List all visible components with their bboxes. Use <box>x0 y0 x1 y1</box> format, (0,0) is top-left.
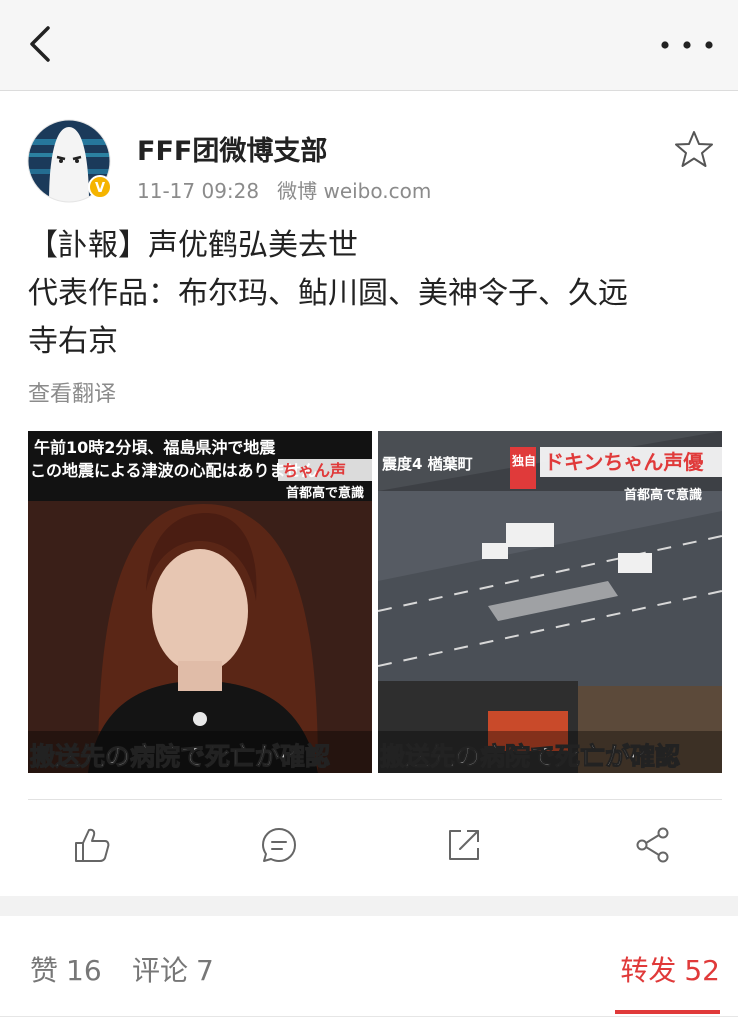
share-icon[interactable] <box>633 825 673 865</box>
repost-icon[interactable] <box>444 825 484 865</box>
image-2-banner: ドキンちゃん声優 <box>544 450 704 474</box>
author-name[interactable]: FFF团微博支部 <box>137 129 327 168</box>
back-icon[interactable] <box>22 22 62 66</box>
star-icon[interactable] <box>674 129 714 169</box>
tab-reposts-count: 52 <box>684 954 720 987</box>
divider <box>28 799 722 800</box>
post-text-line: 代表作品：布尔玛、鲇川圆、美神令子、久远 <box>28 276 628 311</box>
image-1-caption-bottom: 搬送先の病院で死亡が確認 <box>30 742 330 771</box>
tab-comments[interactable]: 评论 7 <box>132 949 214 989</box>
tab-reposts[interactable]: 转发 52 <box>620 949 720 989</box>
tab-likes-count: 16 <box>66 954 102 987</box>
tab-likes-label: 赞 <box>30 954 59 987</box>
tab-comments-label: 评论 <box>132 954 189 987</box>
more-icon[interactable] <box>658 30 716 60</box>
post-source: 微博 weibo.com <box>277 179 432 203</box>
section-separator <box>0 896 738 916</box>
image-2-caption-top-3: 首都高で意識 <box>624 487 702 503</box>
comment-icon[interactable] <box>259 825 299 865</box>
svg-text:V: V <box>95 181 105 196</box>
image-1-banner: ちゃん声 <box>282 461 346 480</box>
tab-likes[interactable]: 赞 16 <box>30 949 102 989</box>
post-meta: 11-17 09:28 微博 weibo.com <box>137 175 449 204</box>
post-text-line: 寺右京 <box>28 324 118 359</box>
active-tab-indicator <box>615 1010 720 1014</box>
verified-badge-icon: V <box>88 175 112 199</box>
image-2-caption-bottom: 搬送先の病院で死亡が確認 <box>380 742 680 771</box>
tab-reposts-label: 转发 <box>620 954 677 987</box>
stats-tabs: 赞 16 评论 7 转发 52 <box>0 916 738 1023</box>
post-time: 11-17 09:28 <box>137 179 260 203</box>
divider <box>0 1016 738 1017</box>
action-bar <box>0 805 738 890</box>
post-image-1[interactable]: 午前10時2分頃、福島県沖で地震 この地震による津波の心配はありません 首都高で… <box>28 431 372 773</box>
image-1-caption-top-2: この地震による津波の心配はありません <box>30 461 317 480</box>
post-image-2[interactable]: 震度4 楢葉町 独自 ドキンちゃん声優 首都高で意識 搬送先の病院で死亡が確認 <box>378 431 722 773</box>
image-1-caption-top: 午前10時2分頃、福島県沖で地震 <box>34 438 276 457</box>
translate-link[interactable]: 查看翻译 <box>28 376 116 408</box>
like-icon[interactable] <box>72 825 112 865</box>
image-2-caption-top: 震度4 楢葉町 <box>382 455 473 473</box>
post-header: V FFF团微博支部 11-17 09:28 微博 weibo.com <box>0 91 738 211</box>
tab-comments-count: 7 <box>196 954 214 987</box>
nav-bar <box>0 0 738 91</box>
post-text-line: 【訃報】声优鹤弘美去世 <box>28 228 358 263</box>
post-text: 【訃報】声优鹤弘美去世 代表作品：布尔玛、鲇川圆、美神令子、久远 寺右京 <box>28 222 718 366</box>
image-1-caption-top-3: 首都高で意識 <box>286 485 364 501</box>
image-2-badge: 独自 <box>511 453 536 468</box>
